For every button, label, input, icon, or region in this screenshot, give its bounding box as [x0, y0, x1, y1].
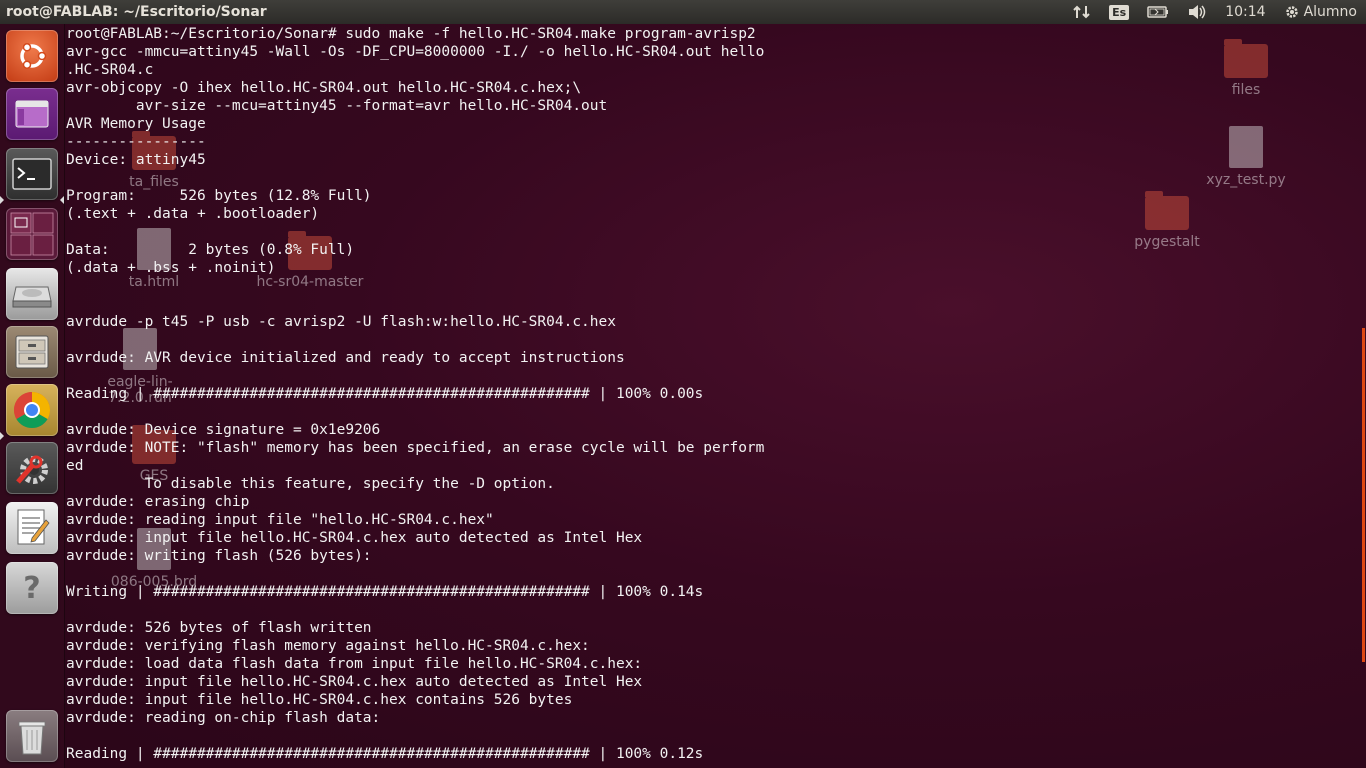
keyboard-layout-badge: Es — [1109, 4, 1130, 20]
terminal-line: ed — [66, 458, 84, 474]
clock[interactable]: 10:14 — [1225, 4, 1265, 20]
user-menu[interactable]: Alumno — [1284, 4, 1357, 20]
focused-pip — [60, 196, 64, 204]
terminal-line: avrdude -p t45 -P usb -c avrisp2 -U flas… — [66, 314, 616, 330]
terminal-line: avrdude: input file hello.HC-SR04.c.hex … — [66, 530, 643, 546]
battery-icon — [1147, 6, 1169, 18]
launcher: ? — [0, 24, 65, 768]
system-settings-button[interactable] — [6, 442, 58, 494]
terminal-line: Data: 2 bytes (0.8% Full) — [66, 242, 355, 258]
terminal-line: avrdude: erasing chip — [66, 494, 250, 510]
network-arrows-icon — [1073, 5, 1090, 19]
terminal-line: avrdude: NOTE: "flash" memory has been s… — [66, 440, 765, 456]
terminal-line: root@FABLAB:~/Escritorio/Sonar# sudo mak… — [66, 26, 756, 42]
terminal-line: avr-objcopy -O ihex hello.HC-SR04.out he… — [66, 80, 582, 96]
terminal-line: avrdude: load data flash data from input… — [66, 656, 643, 672]
trash-button[interactable] — [6, 710, 58, 762]
terminal-line: avrdude: verifying flash memory against … — [66, 638, 590, 654]
top-panel: root@FABLAB: ~/Escritorio/Sonar Es 10:14… — [0, 0, 1366, 24]
keyboard-layout-indicator[interactable]: Es — [1109, 4, 1130, 20]
network-indicator[interactable] — [1073, 4, 1091, 20]
ubuntu-logo-icon — [20, 43, 47, 69]
help-button[interactable]: ? — [6, 562, 58, 614]
terminal-line: To disable this feature, specify the -D … — [66, 476, 555, 492]
overlay-scrollbar[interactable] — [1362, 328, 1365, 662]
dash-home-button[interactable] — [6, 30, 58, 82]
terminal-line: Reading | ##############################… — [66, 386, 704, 402]
text-editor-icon — [17, 509, 50, 545]
terminal-button[interactable] — [6, 148, 58, 200]
svg-text:?: ? — [23, 571, 40, 606]
file-cabinet-icon — [15, 335, 49, 369]
indicator-area: Es 10:14 Alumno — [1064, 0, 1366, 24]
terminal-line: avrdude: input file hello.HC-SR04.c.hex … — [66, 674, 643, 690]
terminal-output[interactable]: root@FABLAB:~/Escritorio/Sonar# sudo mak… — [66, 25, 1356, 763]
terminal-line: avrdude: Device signature = 0x1e9206 — [66, 422, 381, 438]
terminal-line: .HC-SR04.c — [66, 62, 154, 78]
speaker-icon — [1189, 5, 1206, 19]
trash-icon — [18, 721, 46, 755]
running-pip — [0, 432, 4, 440]
user-name: Alumno — [1303, 4, 1357, 20]
file-manager-button[interactable] — [6, 326, 58, 378]
terminal-line: avrdude: reading input file "hello.HC-SR… — [66, 512, 494, 528]
window-title: root@FABLAB: ~/Escritorio/Sonar — [6, 4, 267, 20]
battery-indicator[interactable] — [1147, 6, 1169, 18]
volume-indicator[interactable] — [1187, 4, 1207, 20]
chrome-button[interactable] — [6, 384, 58, 436]
terminal-line: Device: attiny45 — [66, 152, 206, 168]
workspace-switcher-button[interactable] — [6, 208, 58, 260]
settings-wrench-gear-icon — [16, 455, 48, 484]
chrome-icon — [13, 392, 51, 429]
text-editor-button[interactable] — [6, 502, 58, 554]
terminal-line: avrdude: writing flash (526 bytes): — [66, 548, 372, 564]
gear-icon — [1285, 6, 1298, 18]
terminal-line: avrdude: reading on-chip flash data: — [66, 710, 381, 726]
disk-drive-icon — [12, 286, 52, 308]
workspace-switcher-icon — [10, 212, 54, 256]
terminal-line: Program: 526 bytes (12.8% Full) — [66, 188, 372, 204]
terminal-line: (.text + .data + .bootloader) — [66, 206, 320, 222]
terminal-line: avr-size --mcu=attiny45 --format=avr hel… — [66, 98, 608, 114]
disk-drive-button[interactable] — [6, 268, 58, 320]
terminal-line: ---------------- — [66, 134, 206, 150]
workspace-app-button[interactable] — [6, 88, 58, 140]
terminal-line: avr-gcc -mmcu=attiny45 -Wall -Os -DF_CPU… — [66, 44, 765, 60]
terminal-line: avrdude: 526 bytes of flash written — [66, 620, 372, 636]
terminal-line: (.data + .bss + .noinit) — [66, 260, 276, 276]
terminal-window[interactable]: root@FABLAB:~/Escritorio/Sonar# sudo mak… — [66, 25, 1356, 768]
terminal-line: avrdude: input file hello.HC-SR04.c.hex … — [66, 692, 573, 708]
terminal-line: Writing | ##############################… — [66, 584, 704, 600]
terminal-line: AVR Memory Usage — [66, 116, 206, 132]
terminal-line: avrdude: AVR device initialized and read… — [66, 350, 625, 366]
workspace-app-icon — [15, 100, 49, 128]
terminal-line: Reading | ##############################… — [66, 746, 704, 762]
running-pip — [0, 196, 4, 204]
help-icon: ? — [23, 571, 40, 606]
terminal-icon — [12, 158, 52, 190]
